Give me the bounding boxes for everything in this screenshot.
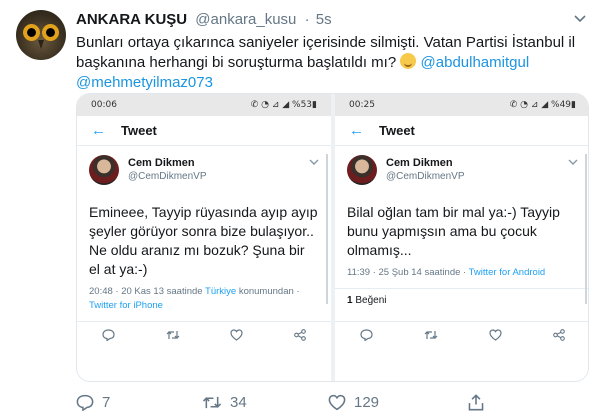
like-count: 129: [354, 394, 380, 411]
heart-icon: [489, 328, 502, 341]
tweet-time[interactable]: 5s: [316, 11, 332, 28]
quoted-author: Cem Dikmen @CemDikmenVP: [77, 155, 331, 205]
info-time: 11:39 · 25 Şub 14 saatinde ·: [347, 267, 467, 278]
reply-icon: [360, 328, 373, 341]
likes-count-row: 1 Beğeni: [335, 288, 588, 312]
share-icon: [293, 328, 306, 341]
author-avatar[interactable]: [16, 10, 66, 60]
quoted-handle: @CemDikmenVP: [386, 171, 465, 182]
info-client: Twitter for iPhone: [89, 300, 163, 311]
mention-link[interactable]: @abdulhamitgul: [421, 54, 530, 71]
tweet-text: Bunları ortaya çıkarınca saniyeler içeri…: [76, 33, 586, 93]
retweet-icon: [202, 396, 222, 409]
screenshot-left[interactable]: 00:06 ✆ ◔ ⊿ ◢ %53▮ ← Tweet Cem Dikmen @C…: [77, 94, 331, 381]
screenshot-right[interactable]: 00:25 ✆ ◔ ⊿ ◢ %49▮ ← Tweet Cem Dikmen @C…: [335, 94, 588, 381]
retweet-icon: [166, 330, 180, 339]
status-time: 00:25: [349, 100, 375, 110]
quoted-actions: [335, 321, 588, 347]
owl-eye-right: [42, 24, 59, 41]
info-time: 20:48 · 20 Kas 13 saatinde: [89, 286, 203, 297]
separator-dot: ·: [304, 11, 310, 28]
status-time: 00:06: [91, 100, 117, 110]
like-button[interactable]: 129: [328, 394, 468, 411]
reply-button[interactable]: 7: [76, 394, 202, 411]
quoted-info: 20:48 · 20 Kas 13 saatinde Türkiye konum…: [77, 285, 331, 313]
owl-beak: [38, 40, 44, 49]
quoted-avatar: [347, 155, 377, 185]
app-bar: ← Tweet: [335, 116, 588, 146]
winking-face-icon: [400, 53, 417, 69]
quoted-body: Bilal oğlan tam bir mal ya:-) Tayyip bun…: [347, 204, 560, 258]
retweet-button[interactable]: 34: [202, 394, 328, 411]
app-title: Tweet: [379, 123, 415, 138]
tweet-header: ANKARA KUŞU @ankara_kusu · 5s: [76, 10, 332, 30]
share-icon: [468, 394, 484, 411]
quoted-handle: @CemDikmenVP: [128, 171, 207, 182]
mention-link[interactable]: @mehmetyilmaz073: [76, 74, 213, 91]
quoted-body: Emineee, Tayyip rüyasında ayıp ayıp şeyl…: [89, 204, 318, 277]
reply-icon: [102, 328, 115, 341]
scrollbar: [585, 154, 587, 304]
scrollbar: [326, 154, 328, 304]
share-button[interactable]: [468, 394, 492, 411]
tweet-media[interactable]: 00:06 ✆ ◔ ⊿ ◢ %53▮ ← Tweet Cem Dikmen @C…: [76, 93, 589, 382]
reply-count: 7: [102, 394, 111, 411]
owl-eye-left: [23, 24, 40, 41]
app-title: Tweet: [121, 123, 157, 138]
back-arrow-icon: ←: [349, 122, 364, 139]
info-location: Türkiye: [205, 286, 237, 297]
quoted-info: 11:39 · 25 Şub 14 saatinde · Twitter for…: [335, 266, 588, 280]
retweet-count: 34: [230, 394, 247, 411]
chevron-down-icon: [309, 157, 319, 169]
app-bar: ← Tweet: [77, 116, 331, 146]
heart-icon: [328, 394, 346, 411]
chevron-down-icon[interactable]: [574, 12, 586, 26]
quoted-name: Cem Dikmen: [128, 157, 195, 169]
phone-status-bar: 00:06 ✆ ◔ ⊿ ◢ %53▮: [77, 94, 331, 116]
likes-count: 1: [347, 295, 353, 306]
tweet-actions: 7 34 129: [76, 394, 586, 411]
quoted-name: Cem Dikmen: [386, 157, 453, 169]
quoted-avatar: [89, 155, 119, 185]
share-icon: [552, 328, 565, 341]
phone-status-bar: 00:25 ✆ ◔ ⊿ ◢ %49▮: [335, 94, 588, 116]
status-icons: ✆ ◔ ⊿ ◢ %53▮: [250, 100, 317, 110]
quoted-author: Cem Dikmen @CemDikmenVP: [335, 155, 588, 205]
likes-label: Beğeni: [355, 295, 387, 306]
author-handle[interactable]: @ankara_kusu: [195, 11, 296, 28]
back-arrow-icon: ←: [91, 122, 106, 139]
info-location-suffix: konumundan ·: [238, 286, 300, 297]
retweet-icon: [424, 330, 438, 339]
reply-icon: [76, 394, 94, 411]
status-icons: ✆ ◔ ⊿ ◢ %49▮: [509, 100, 576, 110]
info-client: Twitter for Android: [468, 267, 546, 278]
heart-icon: [230, 328, 243, 341]
author-name[interactable]: ANKARA KUŞU: [76, 11, 187, 28]
quoted-actions: [77, 321, 331, 347]
chevron-down-icon: [568, 157, 578, 169]
